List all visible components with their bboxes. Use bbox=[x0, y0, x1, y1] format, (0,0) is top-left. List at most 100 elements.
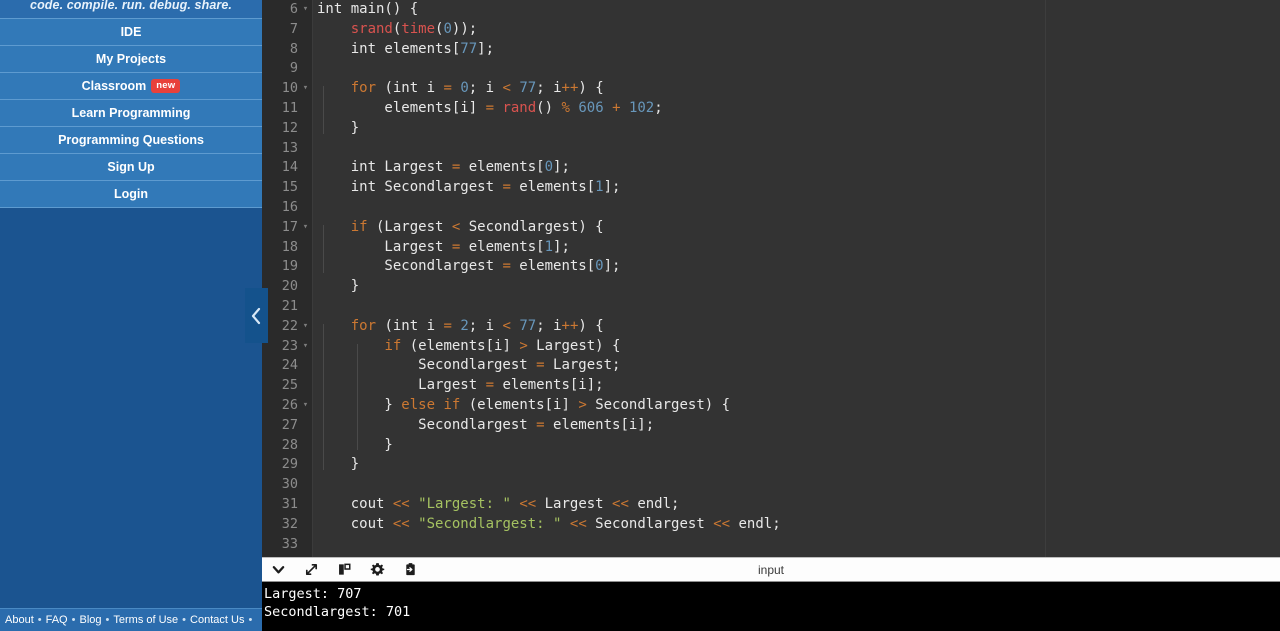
sidebar-item-login[interactable]: Login bbox=[0, 181, 262, 208]
code-line[interactable]: 32 cout << "Secondlargest: " << Secondla… bbox=[262, 515, 1280, 535]
code-text: Secondlargest = elements[0]; bbox=[317, 257, 620, 277]
line-number: 6 bbox=[289, 1, 298, 17]
token-pl: ; bbox=[654, 99, 663, 116]
token-pl: elements[i]; bbox=[494, 377, 604, 394]
code-line[interactable]: 22 ▾ for (int i = 2; i < 77; i++) { bbox=[262, 317, 1280, 337]
sidebar-nav: IDE My Projects Classroom new Learn Programm… bbox=[0, 18, 262, 208]
fold-toggle-icon[interactable]: ▾ bbox=[301, 218, 310, 238]
token-num: 77 bbox=[460, 40, 478, 57]
code-line[interactable]: 11 elements[i] = rand() % 606 + 102; bbox=[262, 99, 1280, 119]
code-text: Largest = elements[i]; bbox=[317, 376, 604, 396]
code-line[interactable]: 25 Largest = elements[i]; bbox=[262, 376, 1280, 396]
token-fn: time bbox=[401, 20, 436, 37]
code-line[interactable]: 15 int Secondlargest = elements[1]; bbox=[262, 178, 1280, 198]
code-line[interactable]: 8 int elements[77]; bbox=[262, 40, 1280, 60]
code-text: cout << "Secondlargest: " << Secondlarge… bbox=[317, 515, 781, 535]
console-toolbar: input bbox=[262, 557, 1280, 582]
fold-toggle-icon[interactable]: ▾ bbox=[301, 0, 310, 20]
fold-toggle-icon[interactable]: ▾ bbox=[301, 317, 310, 337]
code-line[interactable]: 27 Secondlargest = elements[i]; bbox=[262, 416, 1280, 436]
token-op: ++ bbox=[561, 317, 579, 334]
token-num: 77 bbox=[519, 80, 537, 97]
code-text: Largest = elements[1]; bbox=[317, 238, 569, 258]
token-op: < bbox=[502, 317, 511, 334]
console-output[interactable]: Largest: 707 Secondlargest: 701 bbox=[262, 582, 1280, 631]
sidebar-item-programming-questions[interactable]: Programming Questions bbox=[0, 127, 262, 154]
footer-link-terms-of-use[interactable]: Terms of Use bbox=[113, 614, 178, 626]
code-editor[interactable]: 6 ▾ int main() {7 srand(time(0)); 8 int ele… bbox=[262, 0, 1280, 557]
expand-arrows-icon[interactable] bbox=[295, 558, 328, 582]
sidebar-item-classroom[interactable]: Classroom new bbox=[0, 73, 262, 100]
code-line[interactable]: 28 } bbox=[262, 436, 1280, 456]
paste-clipboard-icon[interactable] bbox=[394, 558, 427, 582]
token-num: 2 bbox=[460, 317, 469, 334]
sidebar-item-my-projects[interactable]: My Projects bbox=[0, 46, 262, 73]
token-num: 0 bbox=[443, 20, 452, 37]
panel-layout-icon[interactable] bbox=[328, 558, 361, 582]
code-line[interactable]: 19 Secondlargest = elements[0]; bbox=[262, 257, 1280, 277]
footer-link-blog[interactable]: Blog bbox=[79, 614, 101, 626]
token-op: + bbox=[612, 99, 621, 116]
code-line[interactable]: 14 int Largest = elements[0]; bbox=[262, 158, 1280, 178]
token-pl: } bbox=[317, 456, 360, 473]
token-op: << bbox=[392, 495, 410, 512]
token-kw: if bbox=[384, 337, 402, 354]
code-line[interactable]: 23 ▾ if (elements[i] > Largest) { bbox=[262, 337, 1280, 357]
fold-toggle-icon[interactable]: ▾ bbox=[301, 79, 310, 99]
code-line[interactable]: 12 } bbox=[262, 119, 1280, 139]
chevron-down-icon[interactable] bbox=[262, 558, 295, 582]
token-num: 102 bbox=[628, 99, 655, 116]
token-num: 1 bbox=[595, 179, 604, 196]
token-pl: Secondlargest bbox=[586, 515, 714, 532]
code-line[interactable]: 26 ▾ } else if (elements[i] > Secondlarge… bbox=[262, 396, 1280, 416]
line-number: 29 bbox=[281, 456, 298, 473]
sidebar-item-learn-programming[interactable]: Learn Programming bbox=[0, 100, 262, 127]
token-pl: int Largest bbox=[317, 159, 452, 176]
gear-icon[interactable] bbox=[361, 558, 394, 582]
token-op: % bbox=[561, 99, 570, 116]
code-line[interactable]: 30 bbox=[262, 475, 1280, 495]
code-line[interactable]: 6 ▾ int main() { bbox=[262, 0, 1280, 20]
code-text: elements[i] = rand() % 606 + 102; bbox=[317, 99, 663, 119]
code-line[interactable]: 31 cout << "Largest: " << Largest << end… bbox=[262, 495, 1280, 515]
line-number: 17 bbox=[281, 218, 298, 235]
code-line[interactable]: 21 bbox=[262, 297, 1280, 317]
chevron-left-icon bbox=[250, 306, 263, 326]
code-line[interactable]: 9 bbox=[262, 59, 1280, 79]
token-pl: elements[ bbox=[460, 159, 545, 176]
sidebar-item-label: My Projects bbox=[95, 52, 167, 66]
code-line[interactable]: 20 } bbox=[262, 277, 1280, 297]
footer-separator: • bbox=[71, 614, 76, 626]
sidebar-collapse-button[interactable] bbox=[245, 288, 268, 343]
code-line[interactable]: 10 ▾ for (int i = 0; i < 77; i++) { bbox=[262, 79, 1280, 99]
line-number: 10 bbox=[281, 80, 298, 97]
footer-link-about[interactable]: About bbox=[5, 614, 34, 626]
code-text: cout << "Largest: " << Largest << endl; bbox=[317, 495, 680, 515]
code-text: if (elements[i] > Largest) { bbox=[317, 337, 620, 357]
footer-separator: • bbox=[182, 614, 187, 626]
footer-link-contact-us[interactable]: Contact Us bbox=[190, 614, 244, 626]
code-line[interactable]: 24 Secondlargest = Largest; bbox=[262, 356, 1280, 376]
token-pl: } bbox=[317, 396, 402, 413]
code-text: int Secondlargest = elements[1]; bbox=[317, 178, 621, 198]
fold-toggle-icon[interactable]: ▾ bbox=[301, 396, 310, 416]
sidebar-item-sign-up[interactable]: Sign Up bbox=[0, 154, 262, 181]
line-number: 30 bbox=[281, 476, 298, 493]
code-line[interactable]: 29 } bbox=[262, 455, 1280, 475]
code-line[interactable]: 13 bbox=[262, 139, 1280, 159]
token-op: << bbox=[612, 495, 629, 512]
code-line[interactable]: 18 Largest = elements[1]; bbox=[262, 238, 1280, 258]
footer-link-faq[interactable]: FAQ bbox=[46, 614, 68, 626]
fold-toggle-icon[interactable]: ▾ bbox=[301, 337, 310, 357]
code-text: } bbox=[317, 119, 359, 139]
token-pl: } bbox=[317, 278, 360, 295]
token-pl: int elements[ bbox=[317, 40, 461, 57]
code-line[interactable]: 17 ▾ if (Largest < Secondlargest) { bbox=[262, 218, 1280, 238]
token-pl: endl; bbox=[628, 495, 680, 512]
code-line[interactable]: 16 bbox=[262, 198, 1280, 218]
code-line[interactable]: 33 bbox=[262, 535, 1280, 555]
sidebar-item-ide[interactable]: IDE bbox=[0, 19, 262, 46]
code-line[interactable]: 7 srand(time(0)); bbox=[262, 20, 1280, 40]
